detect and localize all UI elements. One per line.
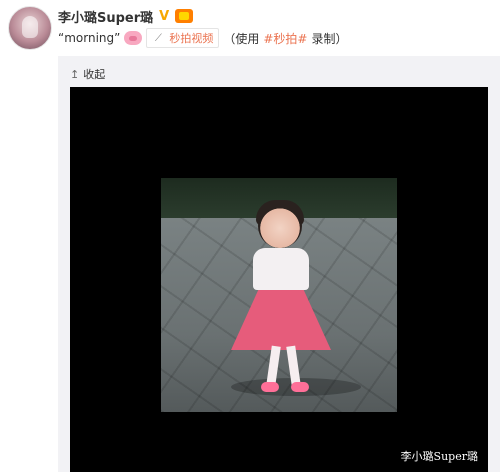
post-text: “morning” ⟋ 秒拍视频 （使用 #秒拍# 录制）	[58, 28, 348, 48]
collapse-label: 收起	[83, 68, 106, 81]
topic-link[interactable]: #秒拍#	[263, 30, 307, 47]
video-player[interactable]: 李小璐Super璐	[70, 87, 488, 472]
note-prefix: （使用	[223, 31, 260, 46]
link-icon: ⟋	[154, 32, 162, 44]
post-header: 李小璐Super璐 V	[58, 6, 194, 26]
verified-icon[interactable]: V	[157, 9, 171, 24]
note-suffix: 录制）	[311, 31, 348, 46]
video-link[interactable]: ⟋ 秒拍视频	[146, 28, 220, 48]
avatar[interactable]	[8, 6, 52, 50]
video-watermark: 李小璐Super璐	[400, 450, 478, 463]
media-card: ↥ 收起 李小璐Super璐	[58, 56, 500, 472]
collapse-button[interactable]: ↥ 收起	[70, 66, 105, 82]
video-subject-child	[225, 196, 335, 406]
video-link-label: 秒拍视频	[169, 32, 214, 45]
vip-icon[interactable]	[175, 9, 194, 23]
collapse-icon: ↥	[70, 67, 80, 81]
username-link[interactable]: 李小璐Super璐	[58, 7, 153, 26]
post-text-quote: “morning”	[58, 31, 121, 45]
pig-emoji-icon	[124, 31, 143, 45]
video-frame	[161, 178, 397, 412]
